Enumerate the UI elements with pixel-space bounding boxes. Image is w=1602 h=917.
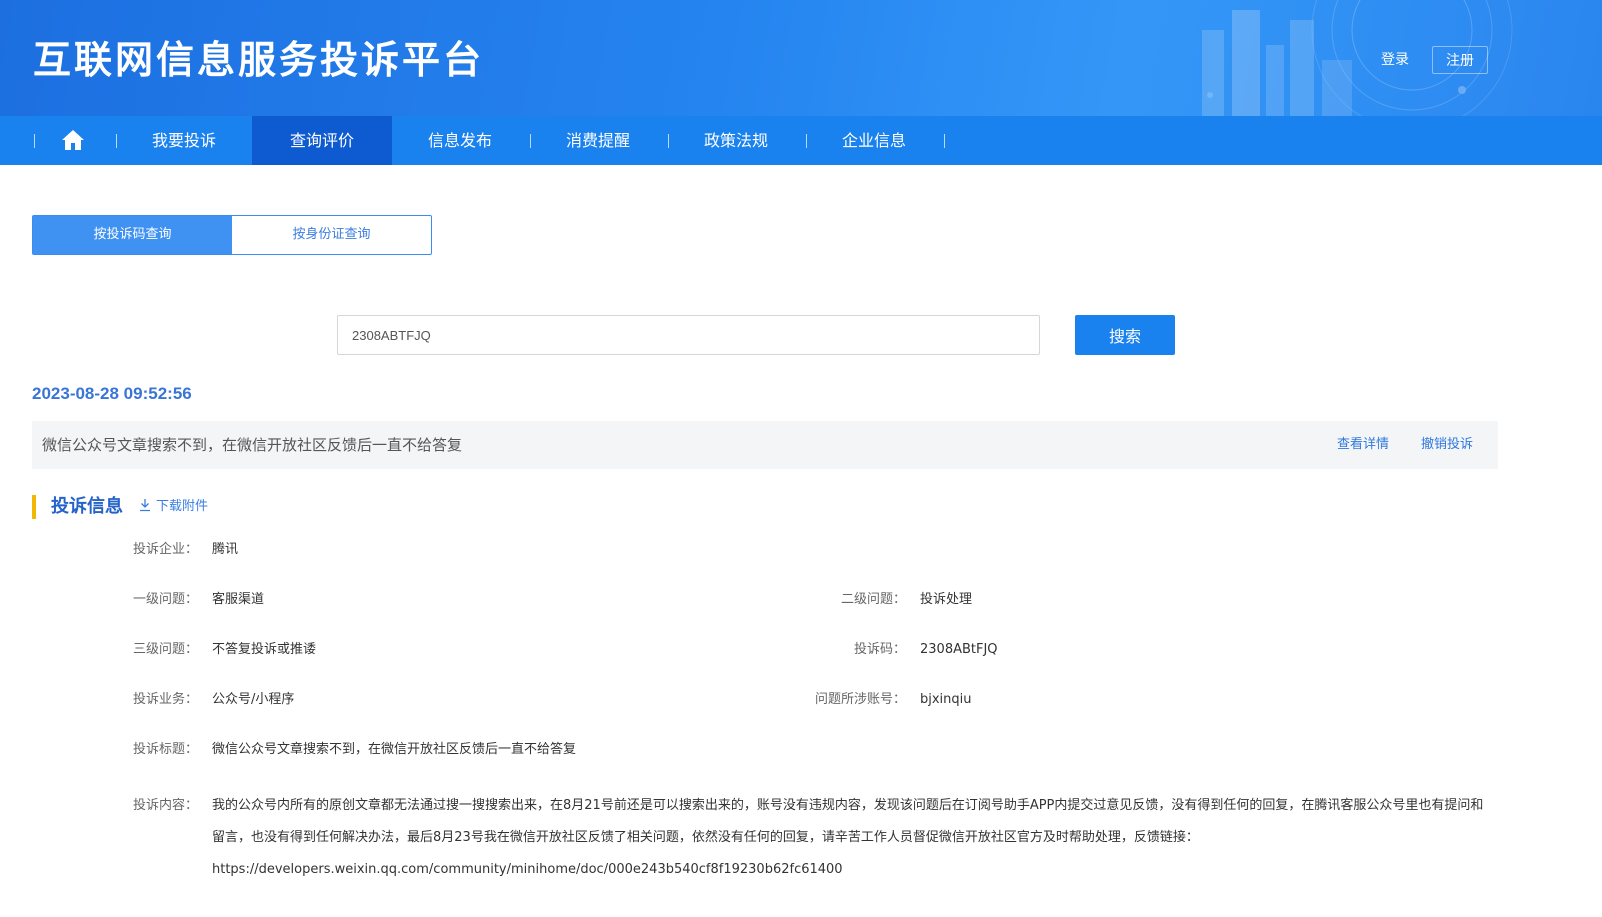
query-tabs: 按投诉码查询 按身份证查询 (32, 215, 432, 255)
field-label-content: 投诉内容： (132, 798, 198, 813)
download-attachment-link[interactable]: 下载附件 (139, 497, 208, 517)
field-label-level1: 一级问题： (132, 592, 198, 607)
withdraw-complaint-link[interactable]: 撤销投诉 (1421, 421, 1473, 469)
search-input[interactable] (337, 315, 1040, 355)
field-value-title: 微信公众号文章搜索不到，在微信开放社区反馈后一直不给答复 (212, 742, 577, 757)
complaint-timestamp: 2023-08-28 09:52:56 (32, 384, 192, 403)
field-label-level3: 三级问题： (132, 642, 198, 657)
field-label-code: 投诉码： (853, 642, 906, 657)
tab-query-by-code[interactable]: 按投诉码查询 (33, 216, 232, 254)
section-title: 投诉信息 (51, 496, 123, 517)
home-icon[interactable] (61, 129, 85, 151)
field-label-business: 投诉业务： (132, 692, 198, 707)
nav-separator (116, 134, 117, 148)
field-value-account: bjxinqiu (920, 692, 972, 707)
complaint-summary: 微信公众号文章搜索不到，在微信开放社区反馈后一直不给答复 (42, 436, 463, 454)
section-accent-bar (32, 495, 36, 519)
field-value-business: 公众号/小程序 (212, 692, 295, 707)
field-value-level2: 投诉处理 (920, 592, 973, 607)
nav-separator (944, 134, 945, 148)
nav-separator (668, 134, 669, 148)
field-value-company: 腾讯 (212, 542, 239, 557)
nav-separator (530, 134, 531, 148)
nav-item-publish[interactable]: 信息发布 (394, 116, 526, 165)
field-label-company: 投诉企业： (132, 542, 198, 557)
site-header: 互联网信息服务投诉平台 登录 注册 (0, 0, 1602, 116)
field-label-account: 问题所涉账号： (814, 692, 906, 707)
field-value-content: 我的公众号内所有的原创文章都无法通过搜一搜搜索出来，在8月21号前还是可以搜索出… (212, 798, 1484, 877)
nav-separator (34, 134, 35, 148)
register-button[interactable]: 注册 (1432, 46, 1488, 74)
field-label-title: 投诉标题： (132, 742, 198, 757)
nav-separator (806, 134, 807, 148)
search-button[interactable]: 搜索 (1075, 315, 1175, 355)
main-nav: 我要投诉 查询评价 信息发布 消费提醒 政策法规 企业信息 (0, 116, 1602, 165)
nav-item-enterprise[interactable]: 企业信息 (808, 116, 940, 165)
tab-query-by-id[interactable]: 按身份证查询 (232, 216, 431, 254)
login-link[interactable]: 登录 (1370, 46, 1420, 74)
complaint-summary-bar: 微信公众号文章搜索不到，在微信开放社区反馈后一直不给答复 查看详情 撤销投诉 (32, 421, 1498, 469)
download-icon (140, 499, 150, 512)
nav-item-consumer-alert[interactable]: 消费提醒 (532, 116, 664, 165)
field-value-code: 2308ABtFJQ (920, 642, 998, 657)
field-label-level2: 二级问题： (840, 592, 906, 607)
field-value-level3: 不答复投诉或推诿 (212, 642, 317, 657)
view-details-link[interactable]: 查看详情 (1337, 421, 1389, 469)
download-label: 下载附件 (156, 499, 209, 514)
nav-item-query[interactable]: 查询评价 (252, 116, 392, 165)
nav-item-policy[interactable]: 政策法规 (670, 116, 802, 165)
nav-item-complain[interactable]: 我要投诉 (118, 116, 250, 165)
field-value-level1: 客服渠道 (212, 592, 265, 607)
site-title: 互联网信息服务投诉平台 (33, 38, 485, 82)
